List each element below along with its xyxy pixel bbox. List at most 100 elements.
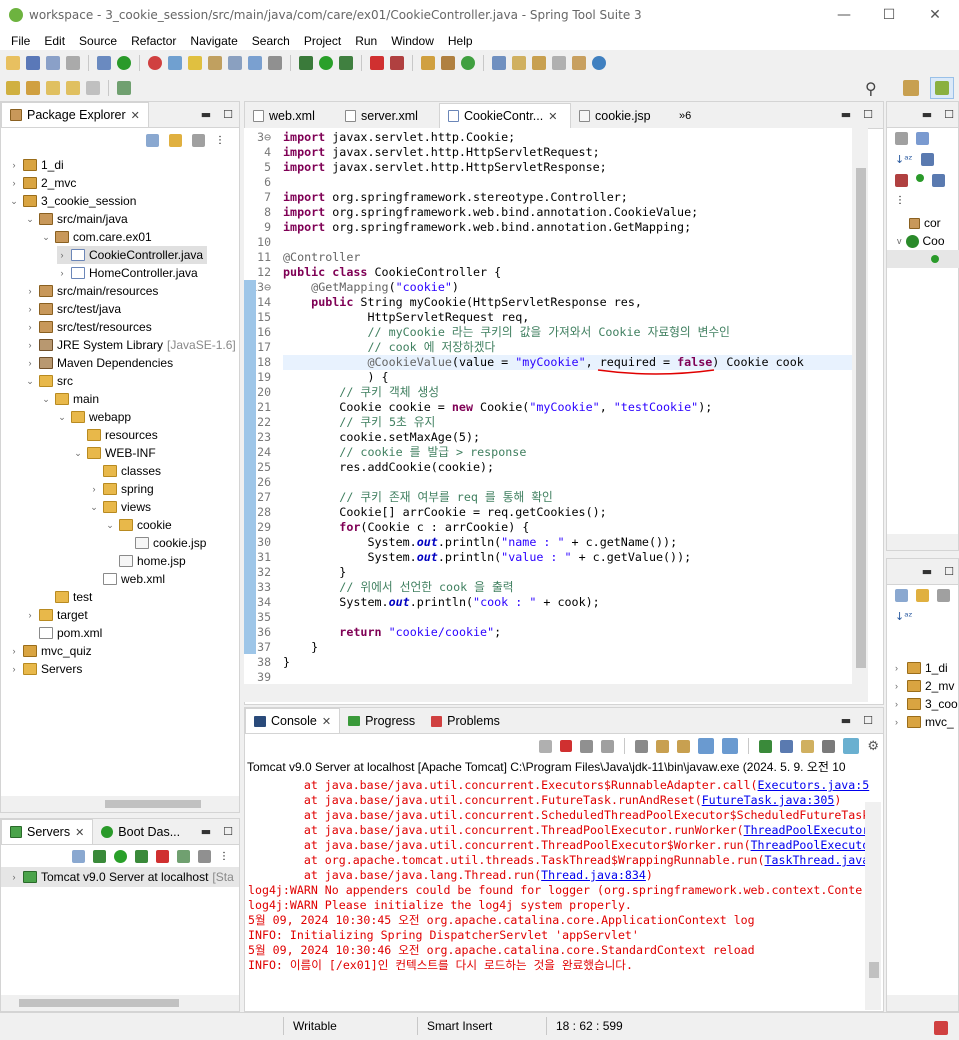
tree-item[interactable]: › target — [25, 606, 88, 624]
menu-refactor[interactable]: Refactor — [124, 34, 183, 48]
stacktrace-link[interactable]: FutureTask.java:305 — [702, 793, 835, 807]
minimize-view-icon[interactable]: ▬ — [201, 108, 211, 121]
tree-item[interactable]: ⌄ webapp — [57, 408, 131, 426]
close-tab-icon[interactable]: ✕ — [75, 826, 84, 839]
minimize-editor-icon[interactable]: ▬ — [841, 108, 851, 121]
code-line[interactable]: Cookie cookie = new Cookie("myCookie", "… — [283, 400, 712, 415]
maximize-view-icon[interactable]: ☐ — [223, 825, 233, 838]
view-menu-icon[interactable]: ⋮ — [219, 851, 229, 862]
hide-fields-icon[interactable] — [920, 153, 934, 166]
tree-item[interactable]: › JRE System Library [JavaSE-1.6] — [25, 336, 236, 354]
open-task-icon[interactable] — [572, 55, 586, 70]
tab-console[interactable]: Console ✕ — [245, 708, 341, 733]
tree-item[interactable]: pom.xml — [25, 624, 102, 642]
open-resource-icon[interactable] — [532, 55, 546, 70]
forward-icon[interactable] — [86, 81, 100, 95]
display-console-icon[interactable] — [780, 739, 794, 753]
outline-item-class[interactable]: v Coo — [887, 232, 959, 250]
last-edit-location-icon[interactable] — [46, 81, 60, 95]
pin-console-icon[interactable] — [759, 739, 773, 753]
run-icon[interactable] — [319, 55, 333, 70]
filter-icon[interactable] — [937, 589, 950, 602]
tab-web-xml[interactable]: web.xml — [245, 104, 337, 128]
refresh-icon[interactable] — [148, 55, 162, 70]
expand-toggle-icon[interactable]: ⌄ — [41, 232, 51, 243]
menu-navigate[interactable]: Navigate — [183, 34, 244, 48]
skip-breakpoints-icon[interactable] — [97, 55, 111, 70]
tab-package-explorer[interactable]: Package Explorer ✕ — [1, 102, 149, 127]
clear-console-icon[interactable] — [635, 739, 649, 753]
tab-servers[interactable]: Servers ✕ — [1, 819, 94, 844]
debug-icon[interactable] — [299, 55, 313, 70]
code-line[interactable]: } — [283, 565, 346, 580]
navigator-item[interactable]: › mvc_ — [887, 713, 958, 731]
pin-editor-icon[interactable] — [117, 81, 131, 95]
hide-local-types-icon[interactable] — [932, 174, 945, 187]
relaunch-icon[interactable] — [539, 739, 553, 753]
menu-help[interactable]: Help — [441, 34, 480, 48]
tree-item[interactable]: › 2_mvc — [9, 174, 77, 192]
code-line[interactable]: import org.springframework.stereotype.Co… — [283, 190, 628, 205]
expand-toggle-icon[interactable]: › — [9, 646, 19, 656]
maximize-view-icon[interactable]: ☐ — [944, 565, 954, 578]
menu-project[interactable]: Project — [297, 34, 348, 48]
tree-item[interactable]: ⌄ main — [41, 390, 99, 408]
paragraph-icon[interactable] — [248, 55, 262, 70]
tree-item[interactable]: test — [41, 588, 92, 606]
expand-toggle-icon[interactable]: › — [9, 178, 19, 188]
tree-item[interactable]: › 1_di — [9, 156, 64, 174]
collapse-all-icon[interactable] — [895, 589, 908, 602]
outline-filter-icon[interactable] — [895, 132, 908, 145]
expand-toggle-icon[interactable]: › — [9, 160, 19, 170]
new-class-icon[interactable] — [461, 55, 475, 70]
code-line[interactable]: System.out.println("value : " + c.getVal… — [283, 550, 691, 565]
tree-item[interactable]: › Servers — [9, 660, 83, 678]
minimize-view-icon[interactable]: ▬ — [841, 714, 851, 727]
expand-toggle-icon[interactable]: › — [25, 340, 35, 350]
expand-icon[interactable]: › — [9, 872, 19, 882]
expand-toggle-icon[interactable]: › — [895, 699, 903, 709]
minimize-view-icon[interactable]: ▬ — [922, 565, 932, 578]
package-hscrollbar[interactable] — [1, 796, 239, 812]
collapse-all-icon[interactable] — [146, 133, 159, 147]
expand-toggle-icon[interactable]: ⌄ — [105, 520, 115, 531]
outline-item-method[interactable] — [887, 250, 959, 268]
code-line[interactable]: HttpServletRequest req, — [283, 310, 529, 325]
code-line[interactable]: // 쿠키 존재 여부를 req 를 통해 확인 — [283, 490, 552, 505]
console-output[interactable]: at java.base/java.util.concurrent.Execut… — [245, 776, 883, 996]
tree-item[interactable]: home.jsp — [105, 552, 186, 570]
expand-toggle-icon[interactable]: ⌄ — [25, 214, 35, 225]
tree-item[interactable]: ⌄ 3_cookie_session — [9, 192, 136, 210]
code-line[interactable]: return "cookie/cookie"; — [283, 625, 501, 640]
spring-boot-icon[interactable] — [117, 55, 131, 70]
maximize-button[interactable]: ☐ — [866, 0, 912, 30]
word-wrap-console-icon[interactable] — [677, 739, 691, 753]
tree-item[interactable]: ⌄ src/main/java — [25, 210, 127, 228]
show-on-stderr-icon[interactable] — [722, 738, 739, 754]
collapse-all-icon[interactable] — [72, 849, 85, 863]
highlight-icon[interactable] — [188, 55, 202, 70]
sort-az-icon[interactable]: ↓ᵃᶻ — [895, 153, 913, 166]
toggle-mark-icon[interactable] — [168, 55, 182, 70]
navigator-item[interactable]: › 2_mv — [887, 677, 958, 695]
expand-toggle-icon[interactable]: ⌄ — [25, 376, 35, 387]
remove-launch-icon[interactable] — [580, 739, 594, 753]
tree-item[interactable]: web.xml — [89, 570, 165, 588]
outline-collapse-icon[interactable] — [916, 132, 929, 145]
link-editor-icon[interactable] — [169, 133, 182, 147]
expand-toggle-icon[interactable]: › — [895, 663, 903, 673]
remove-all-icon[interactable] — [601, 739, 615, 753]
stop-icon[interactable] — [370, 55, 384, 70]
tab-server-xml[interactable]: server.xml — [337, 104, 439, 128]
expand-toggle-icon[interactable]: › — [895, 681, 903, 691]
next-annotation-icon[interactable] — [6, 81, 20, 95]
code-line[interactable]: // cookie 를 발급 > response — [283, 445, 526, 460]
expand-toggle-icon[interactable]: ⌄ — [89, 502, 99, 513]
expand-toggle-icon[interactable]: › — [89, 484, 99, 494]
word-wrap-icon[interactable] — [268, 55, 282, 70]
debug-server-icon[interactable] — [93, 849, 106, 863]
code-line[interactable]: res.addCookie(cookie); — [283, 460, 494, 475]
save-icon[interactable] — [26, 55, 40, 70]
tree-item[interactable]: › src/test/java — [25, 300, 122, 318]
stacktrace-link[interactable]: Executors.java:5 — [758, 778, 870, 792]
